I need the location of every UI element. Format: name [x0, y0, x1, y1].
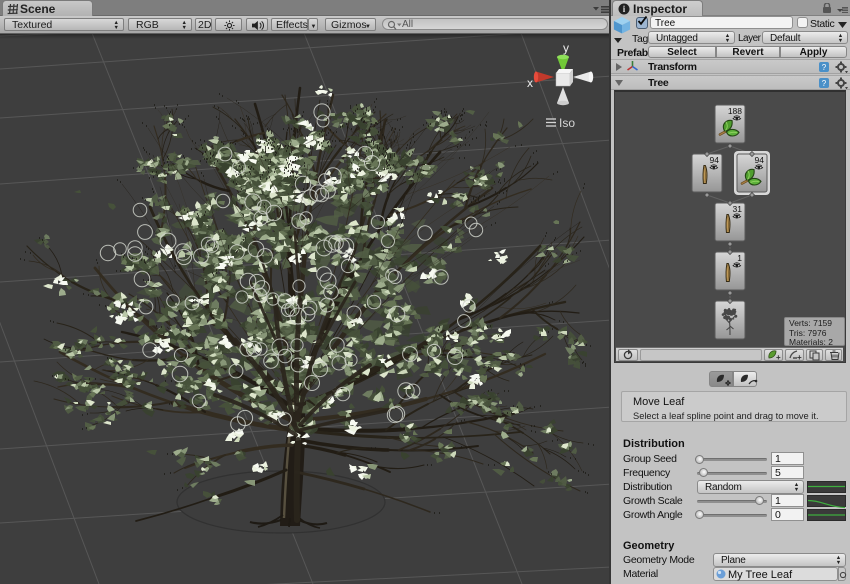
svg-text:94: 94: [755, 155, 765, 165]
svg-text:+: +: [797, 353, 802, 362]
svg-text:94: 94: [710, 155, 720, 165]
svg-text:+: +: [776, 353, 781, 362]
svg-text:?: ?: [822, 63, 827, 72]
svg-text:Iso: Iso: [559, 116, 575, 130]
svg-text:188: 188: [728, 106, 742, 116]
svg-text:1: 1: [737, 253, 742, 263]
svg-text:y: y: [563, 41, 569, 55]
svg-text:x: x: [527, 76, 533, 90]
svg-text:?: ?: [822, 79, 827, 88]
svg-text:31: 31: [733, 204, 743, 214]
